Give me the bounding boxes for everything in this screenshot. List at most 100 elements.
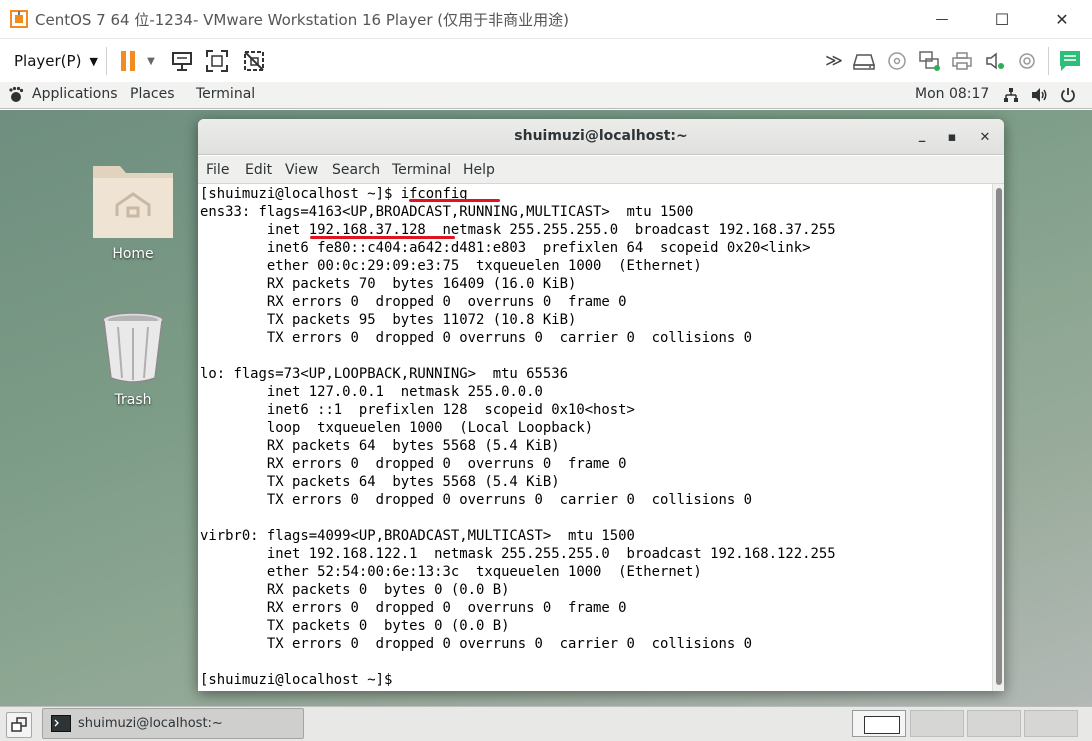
unity-button[interactable] xyxy=(240,47,268,75)
terminal-minimize-button[interactable]: _ xyxy=(912,125,932,145)
network-icon[interactable] xyxy=(1003,87,1019,107)
minimize-icon: — xyxy=(935,11,949,27)
cd-icon xyxy=(888,52,906,70)
places-menu[interactable]: Places xyxy=(130,86,175,102)
printer-icon xyxy=(952,52,972,70)
menu-help[interactable]: Help xyxy=(463,162,495,178)
terminal-line: inet 192.168.122.1 netmask 255.255.255.0… xyxy=(200,546,836,562)
unity-icon xyxy=(244,51,264,71)
show-desktop-button[interactable] xyxy=(6,712,32,738)
network-adapter-icon xyxy=(919,51,940,71)
vmware-title-bar: CentOS 7 64 位-1234- VMware Workstation 1… xyxy=(0,0,1092,38)
power-icon[interactable] xyxy=(1060,87,1076,107)
clock[interactable]: Mon 08:17 xyxy=(915,86,989,102)
terminal-line: loop txqueuelen 1000 (Local Loopback) xyxy=(200,420,594,436)
player-menu-label: Player(P) xyxy=(14,52,82,70)
terminal-maximize-button[interactable]: ▪ xyxy=(942,127,962,147)
terminal-line: [shuimuzi@localhost ~]$ ifconfig xyxy=(200,186,468,202)
close-window-button[interactable]: ✕ xyxy=(1039,0,1085,38)
usb-button[interactable] xyxy=(1013,47,1041,75)
vmware-toolbar: Player(P) ▼ ▼ ≫ xyxy=(0,38,1092,82)
terminal-line: TX errors 0 dropped 0 overruns 0 carrier… xyxy=(200,492,752,508)
workspace-4[interactable] xyxy=(1024,710,1078,737)
terminal-menu-bar: File Edit View Search Terminal Help xyxy=(198,156,1004,184)
terminal-line: ether 00:0c:29:09:e3:75 txqueuelen 1000 … xyxy=(200,258,702,274)
message-icon xyxy=(1060,51,1080,71)
terminal-close-button[interactable]: ✕ xyxy=(975,127,995,147)
terminal-line: TX packets 64 bytes 5568 (5.4 KiB) xyxy=(200,474,560,490)
terminal-line: TX packets 0 bytes 0 (0.0 B) xyxy=(200,618,510,634)
terminal-line: inet6 ::1 prefixlen 128 scopeid 0x10<hos… xyxy=(200,402,635,418)
toolbar-divider xyxy=(106,47,107,75)
send-ctrl-alt-del-button[interactable] xyxy=(168,47,196,75)
terminal-line: ens33: flags=4163<UP,BROADCAST,RUNNING,M… xyxy=(200,204,694,220)
workspace-1[interactable] xyxy=(852,710,906,737)
desktop-icon-label: Home xyxy=(112,246,154,262)
terminal-line: [shuimuzi@localhost ~]$ xyxy=(200,672,393,688)
taskbar-item-terminal[interactable]: shuimuzi@localhost:~ xyxy=(42,708,304,739)
trash-icon xyxy=(102,312,164,383)
pause-button[interactable] xyxy=(114,47,142,75)
terminal-line: virbr0: flags=4099<UP,BROADCAST,MULTICAS… xyxy=(200,528,635,544)
minimize-window-button[interactable]: — xyxy=(919,0,965,38)
close-icon: ✕ xyxy=(1055,9,1069,29)
terminal-line: RX packets 64 bytes 5568 (5.4 KiB) xyxy=(200,438,560,454)
terminal-line: TX errors 0 dropped 0 overruns 0 carrier… xyxy=(200,330,752,346)
vmware-logo-icon xyxy=(9,9,29,29)
terminal-line: RX errors 0 dropped 0 overruns 0 frame 0 xyxy=(200,600,627,616)
forward-button[interactable]: ≫ xyxy=(820,47,848,75)
printer-button[interactable] xyxy=(948,47,976,75)
terminal-line: TX errors 0 dropped 0 overruns 0 carrier… xyxy=(200,636,752,652)
hard-disk-button[interactable] xyxy=(850,47,878,75)
terminal-line: lo: flags=73<UP,LOOPBACK,RUNNING> mtu 65… xyxy=(200,366,568,382)
menu-search[interactable]: Search xyxy=(332,162,380,178)
desktop-icon-home[interactable]: Home xyxy=(83,156,183,262)
pause-icon xyxy=(121,51,135,71)
network-adapter-button[interactable] xyxy=(915,47,943,75)
cd-button[interactable] xyxy=(883,47,911,75)
menu-edit[interactable]: Edit xyxy=(245,162,272,178)
sound-button[interactable] xyxy=(981,47,1009,75)
menu-file[interactable]: File xyxy=(206,162,229,178)
terminal-line: RX errors 0 dropped 0 overruns 0 frame 0 xyxy=(200,294,627,310)
home-folder-icon xyxy=(93,166,173,238)
terminal-line: RX errors 0 dropped 0 overruns 0 frame 0 xyxy=(200,456,627,472)
toolbar-divider xyxy=(1048,47,1049,75)
hard-disk-icon xyxy=(852,54,876,70)
maximize-window-button[interactable]: ☐ xyxy=(979,0,1025,38)
gnome-top-bar: Applications Places Terminal Mon 08:17 xyxy=(0,82,1092,109)
full-screen-icon xyxy=(206,50,228,72)
player-menu-button[interactable]: Player(P) ▼ xyxy=(6,46,103,76)
message-log-button[interactable] xyxy=(1056,47,1084,75)
annotation-underline-command xyxy=(409,199,500,202)
maximize-icon: ▪ xyxy=(947,129,957,145)
volume-icon[interactable] xyxy=(1031,87,1049,107)
terminal-icon xyxy=(51,715,71,732)
chevron-down-icon: ▼ xyxy=(147,55,155,67)
desktop-icon-label: Trash xyxy=(114,392,152,408)
terminal-window: shuimuzi@localhost:~ _ ▪ ✕ File Edit Vie… xyxy=(198,119,1004,691)
sound-icon xyxy=(986,52,1004,70)
terminal-title-bar[interactable]: shuimuzi@localhost:~ _ ▪ ✕ xyxy=(198,119,1004,155)
terminal-scrollbar[interactable] xyxy=(992,184,1004,691)
gnome-foot-icon xyxy=(8,86,24,107)
full-screen-button[interactable] xyxy=(203,47,231,75)
terminal-output[interactable]: [shuimuzi@localhost ~]$ ifconfig ens33: … xyxy=(198,184,992,691)
terminal-line: inet 127.0.0.1 netmask 255.0.0.0 xyxy=(200,384,543,400)
pause-dropdown-button[interactable]: ▼ xyxy=(140,47,162,75)
workspace-2[interactable] xyxy=(910,710,964,737)
applications-menu[interactable]: Applications xyxy=(32,86,118,102)
forward-icon: ≫ xyxy=(825,51,843,71)
workspace-3[interactable] xyxy=(967,710,1021,737)
menu-terminal[interactable]: Terminal xyxy=(392,162,451,178)
chevron-down-icon: ▼ xyxy=(89,54,98,68)
desktop-icon-trash[interactable]: Trash xyxy=(83,310,183,408)
terminal-app-menu[interactable]: Terminal xyxy=(196,86,255,102)
scrollbar-thumb[interactable] xyxy=(996,188,1002,685)
menu-view[interactable]: View xyxy=(285,162,318,178)
workspace-window-thumbnail xyxy=(864,716,900,734)
send-ctrl-alt-del-icon xyxy=(172,52,192,71)
gnome-bottom-bar: shuimuzi@localhost:~ xyxy=(0,706,1092,741)
